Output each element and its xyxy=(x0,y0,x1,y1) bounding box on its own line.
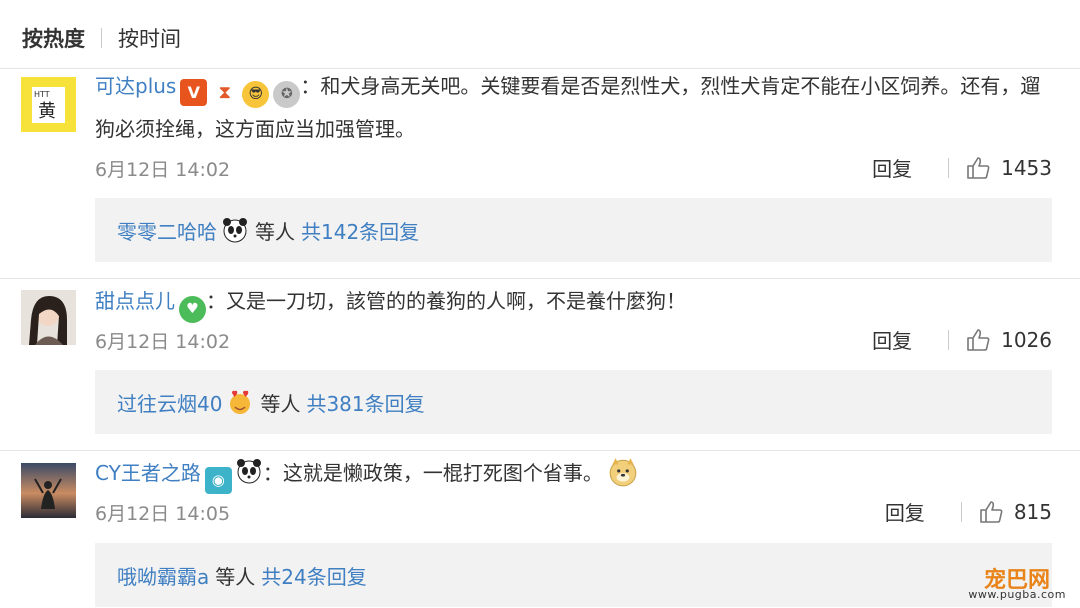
comment-text: ：又是一刀切，該管的的養狗的人啊，不是養什麼狗！ xyxy=(206,289,686,313)
tab-by-time[interactable]: 按时间 xyxy=(118,23,181,53)
avatar[interactable] xyxy=(21,290,76,345)
thumbs-up-icon[interactable] xyxy=(978,499,1004,525)
reply-mid-text: 等人 xyxy=(255,219,295,244)
panda-icon xyxy=(236,459,261,484)
like-count[interactable]: 815 xyxy=(1014,500,1052,524)
action-divider xyxy=(948,329,950,350)
like-count[interactable]: 1026 xyxy=(1001,328,1052,352)
reply-count-link[interactable]: 共142条回复 xyxy=(301,216,419,245)
comment-actions: 回复 815 xyxy=(885,497,1052,526)
doge-emoji-icon xyxy=(609,458,637,487)
tab-divider xyxy=(101,28,102,48)
love-face-icon xyxy=(230,390,251,414)
comment-body: 甜点点儿 ♥ ：又是一刀切，該管的的養狗的人啊，不是養什麼狗！ xyxy=(95,280,1060,323)
avatar[interactable] xyxy=(21,463,76,518)
reply-user-link[interactable]: 零零二哈哈 xyxy=(117,216,217,245)
reply-user-link[interactable]: 哦呦霸霸a xyxy=(117,561,209,590)
action-divider xyxy=(960,501,962,522)
comment-divider xyxy=(0,450,1080,451)
reply-count-link[interactable]: 共24条回复 xyxy=(261,561,366,590)
cool-cat-icon[interactable]: 😎 xyxy=(242,81,270,108)
reply-user-link[interactable]: 过往云烟40 xyxy=(117,388,222,417)
comment-timestamp: 6月12日 14:05 xyxy=(95,503,231,525)
thumbs-up-icon[interactable] xyxy=(965,155,991,181)
comment-timestamp: 6月12日 14:02 xyxy=(95,159,231,181)
reply-preview-box[interactable]: 过往云烟40 等人 共381条回复 xyxy=(95,370,1052,434)
comment-text: ：这就是懒政策，一棍打死图个省事。 xyxy=(262,461,603,485)
reply-button[interactable]: 回复 xyxy=(872,325,912,354)
comment-actions: 回复 1453 xyxy=(872,153,1052,182)
panda-icon xyxy=(223,218,247,243)
comment-body: CY王者之路 ◉ ：这就是懒政策，一棍打死图个省事。 xyxy=(95,452,1060,494)
thumbs-up-icon[interactable] xyxy=(965,327,991,353)
username-link[interactable]: 甜点点儿 xyxy=(95,289,175,313)
green-heart-icon[interactable]: ♥ xyxy=(179,296,206,323)
comment-actions: 回复 1026 xyxy=(872,325,1052,354)
reply-preview-box[interactable]: 零零二哈哈 等人 共142条回复 xyxy=(95,198,1052,262)
comment-timestamp: 6月12日 14:02 xyxy=(95,331,231,353)
tab-by-hot[interactable]: 按热度 xyxy=(22,23,85,53)
svg-text:黄: 黄 xyxy=(38,101,56,122)
reply-preview-box[interactable]: 哦呦霸霸a 等人 共24条回复 xyxy=(95,543,1052,607)
site-watermark-url: www.pugba.com xyxy=(968,588,1066,601)
hourglass-icon[interactable]: ⧗ xyxy=(211,79,238,106)
comment-divider xyxy=(0,278,1080,279)
svg-text:HTT: HTT xyxy=(34,90,50,99)
reply-mid-text: 等人 xyxy=(215,564,256,589)
reply-mid-text: 等人 xyxy=(260,391,301,416)
reply-count-link[interactable]: 共381条回复 xyxy=(306,388,424,417)
action-divider xyxy=(948,157,950,178)
sort-tabs: 按热度 按时间 xyxy=(22,22,181,54)
avatar[interactable]: HTT 黄 xyxy=(21,77,76,132)
v-badge-icon[interactable]: V xyxy=(180,79,208,106)
reply-button[interactable]: 回复 xyxy=(885,497,925,526)
medal-icon[interactable]: ✪ xyxy=(273,81,301,108)
like-count[interactable]: 1453 xyxy=(1001,156,1052,180)
username-link[interactable]: CY王者之路 xyxy=(95,461,201,485)
reply-button[interactable]: 回复 xyxy=(872,153,912,182)
camera-icon[interactable]: ◉ xyxy=(204,467,232,494)
username-link[interactable]: 可达plus xyxy=(95,74,176,98)
comment-body: 可达plus V ⧗ 😎 ✪ ：和犬身高无关吧。关键要看是否是烈性犬，烈性犬肯定不能在小区… xyxy=(95,65,1060,150)
